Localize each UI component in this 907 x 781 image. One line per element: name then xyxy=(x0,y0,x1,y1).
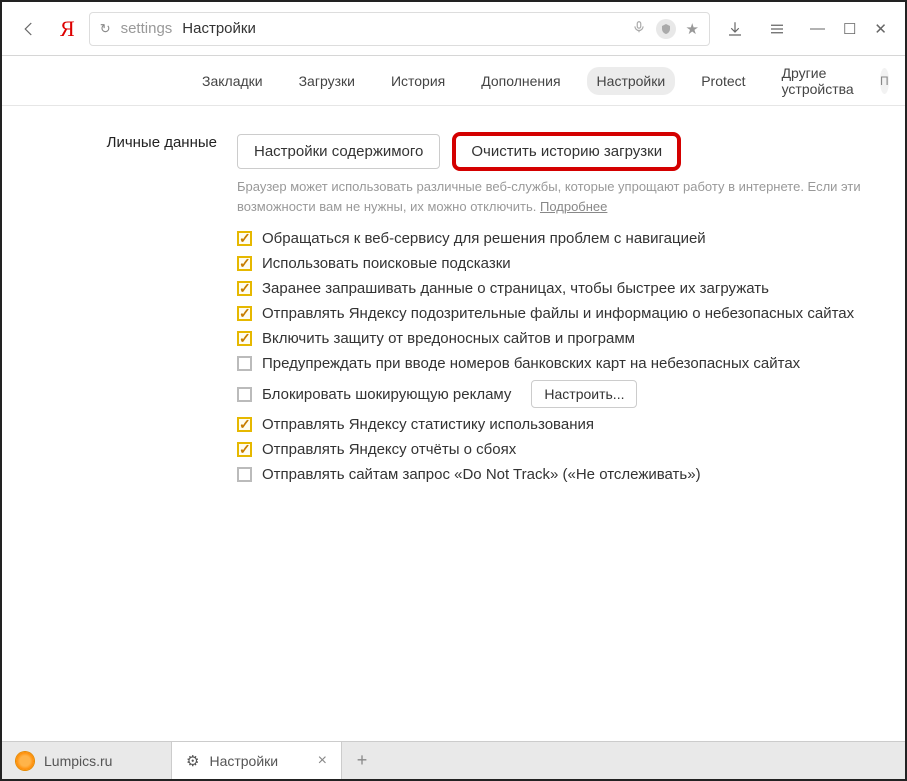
check-usage-stats[interactable]: Отправлять Яндексу статистику использова… xyxy=(237,416,865,433)
back-button[interactable] xyxy=(12,12,46,46)
maximize-button[interactable]: ☐ xyxy=(843,20,856,38)
check-block-ads[interactable]: Блокировать шокирующую рекламу Настроить… xyxy=(237,380,865,408)
checkbox-icon xyxy=(237,417,252,432)
tab-label: Lumpics.ru xyxy=(44,753,112,769)
lumpics-favicon xyxy=(16,752,34,770)
address-prefix: settings xyxy=(121,20,173,37)
clear-download-history-button[interactable]: Очистить историю загрузки xyxy=(454,134,679,169)
checkbox-icon xyxy=(237,467,252,482)
check-nav-service[interactable]: Обращаться к веб-сервису для решения про… xyxy=(237,230,865,247)
checkbox-icon xyxy=(237,281,252,296)
address-bar[interactable]: ↻ settings Настройки ★ xyxy=(89,12,710,46)
check-prefetch[interactable]: Заранее запрашивать данные о страницах, … xyxy=(237,280,865,297)
shield-icon[interactable] xyxy=(656,19,676,39)
check-label: Отправлять Яндексу подозрительные файлы … xyxy=(262,305,854,322)
check-label: Включить защиту от вредоносных сайтов и … xyxy=(262,330,635,347)
checkbox-icon xyxy=(237,231,252,246)
tab-extensions[interactable]: Дополнения xyxy=(471,67,570,95)
settings-content[interactable]: Всегда включен Выключен Уведомлять об из… xyxy=(2,106,905,739)
checkbox-icon xyxy=(237,442,252,457)
hint-more-link[interactable]: Подробнее xyxy=(540,199,607,214)
tab-lumpics[interactable]: Lumpics.ru xyxy=(2,742,172,779)
bookmark-star-icon[interactable]: ★ xyxy=(686,20,699,38)
check-card-warn[interactable]: Предупреждать при вводе номеров банковск… xyxy=(237,355,865,372)
close-tab-icon[interactable]: × xyxy=(318,752,327,770)
check-send-suspicious[interactable]: Отправлять Яндексу подозрительные файлы … xyxy=(237,305,865,322)
check-crash-reports[interactable]: Отправлять Яндексу отчёты о сбоях xyxy=(237,441,865,458)
settings-subnav: Закладки Загрузки История Дополнения Нас… xyxy=(2,56,905,106)
yandex-logo[interactable]: Я xyxy=(54,16,81,42)
check-label: Отправлять Яндексу статистику использова… xyxy=(262,416,594,433)
check-label: Заранее запрашивать данные о страницах, … xyxy=(262,280,769,297)
check-label: Предупреждать при вводе номеров банковск… xyxy=(262,355,800,372)
check-label: Отправлять Яндексу отчёты о сбоях xyxy=(262,441,516,458)
tab-protect[interactable]: Protect xyxy=(691,67,755,95)
section-title-personal: Личные данные xyxy=(2,134,237,491)
microphone-icon[interactable] xyxy=(632,20,646,37)
checkbox-icon xyxy=(237,331,252,346)
close-button[interactable]: ✕ xyxy=(874,20,887,38)
check-label: Обращаться к веб-сервису для решения про… xyxy=(262,230,706,247)
checkbox-icon xyxy=(237,256,252,271)
tab-bookmarks[interactable]: Закладки xyxy=(192,67,273,95)
checkbox-icon xyxy=(237,306,252,321)
personal-hint: Браузер может использовать различные веб… xyxy=(237,177,865,216)
content-settings-button[interactable]: Настройки содержимого xyxy=(237,134,440,169)
window-controls: — ☐ ✕ xyxy=(802,20,895,38)
check-label: Блокировать шокирующую рекламу xyxy=(262,386,511,403)
reload-icon[interactable]: ↻ xyxy=(100,21,111,37)
bottom-tabstrip: Lumpics.ru ⚙ Настройки × + xyxy=(2,741,905,779)
checkbox-icon xyxy=(237,356,252,371)
tab-history[interactable]: История xyxy=(381,67,455,95)
checkbox-icon xyxy=(237,387,252,402)
tab-downloads[interactable]: Загрузки xyxy=(289,67,365,95)
profile-chip[interactable]: П xyxy=(880,68,889,94)
check-label: Использовать поисковые подсказки xyxy=(262,255,511,272)
new-tab-button[interactable]: + xyxy=(342,742,382,779)
address-title: Настройки xyxy=(182,20,256,37)
tab-settings-page[interactable]: ⚙ Настройки × xyxy=(172,742,342,779)
check-search-suggest[interactable]: Использовать поисковые подсказки xyxy=(237,255,865,272)
check-label: Отправлять сайтам запрос «Do Not Track» … xyxy=(262,466,701,483)
configure-ads-button[interactable]: Настроить... xyxy=(531,380,637,408)
tab-settings[interactable]: Настройки xyxy=(587,67,676,95)
downloads-icon[interactable] xyxy=(718,12,752,46)
check-do-not-track[interactable]: Отправлять сайтам запрос «Do Not Track» … xyxy=(237,466,865,483)
minimize-button[interactable]: — xyxy=(810,20,825,37)
menu-icon[interactable] xyxy=(760,12,794,46)
check-protection[interactable]: Включить защиту от вредоносных сайтов и … xyxy=(237,330,865,347)
gear-icon: ⚙ xyxy=(186,752,199,770)
tab-label: Настройки xyxy=(209,753,278,769)
tab-other-devices[interactable]: Другие устройства xyxy=(772,59,864,103)
browser-toolbar: Я ↻ settings Настройки ★ — ☐ ✕ xyxy=(2,2,905,56)
